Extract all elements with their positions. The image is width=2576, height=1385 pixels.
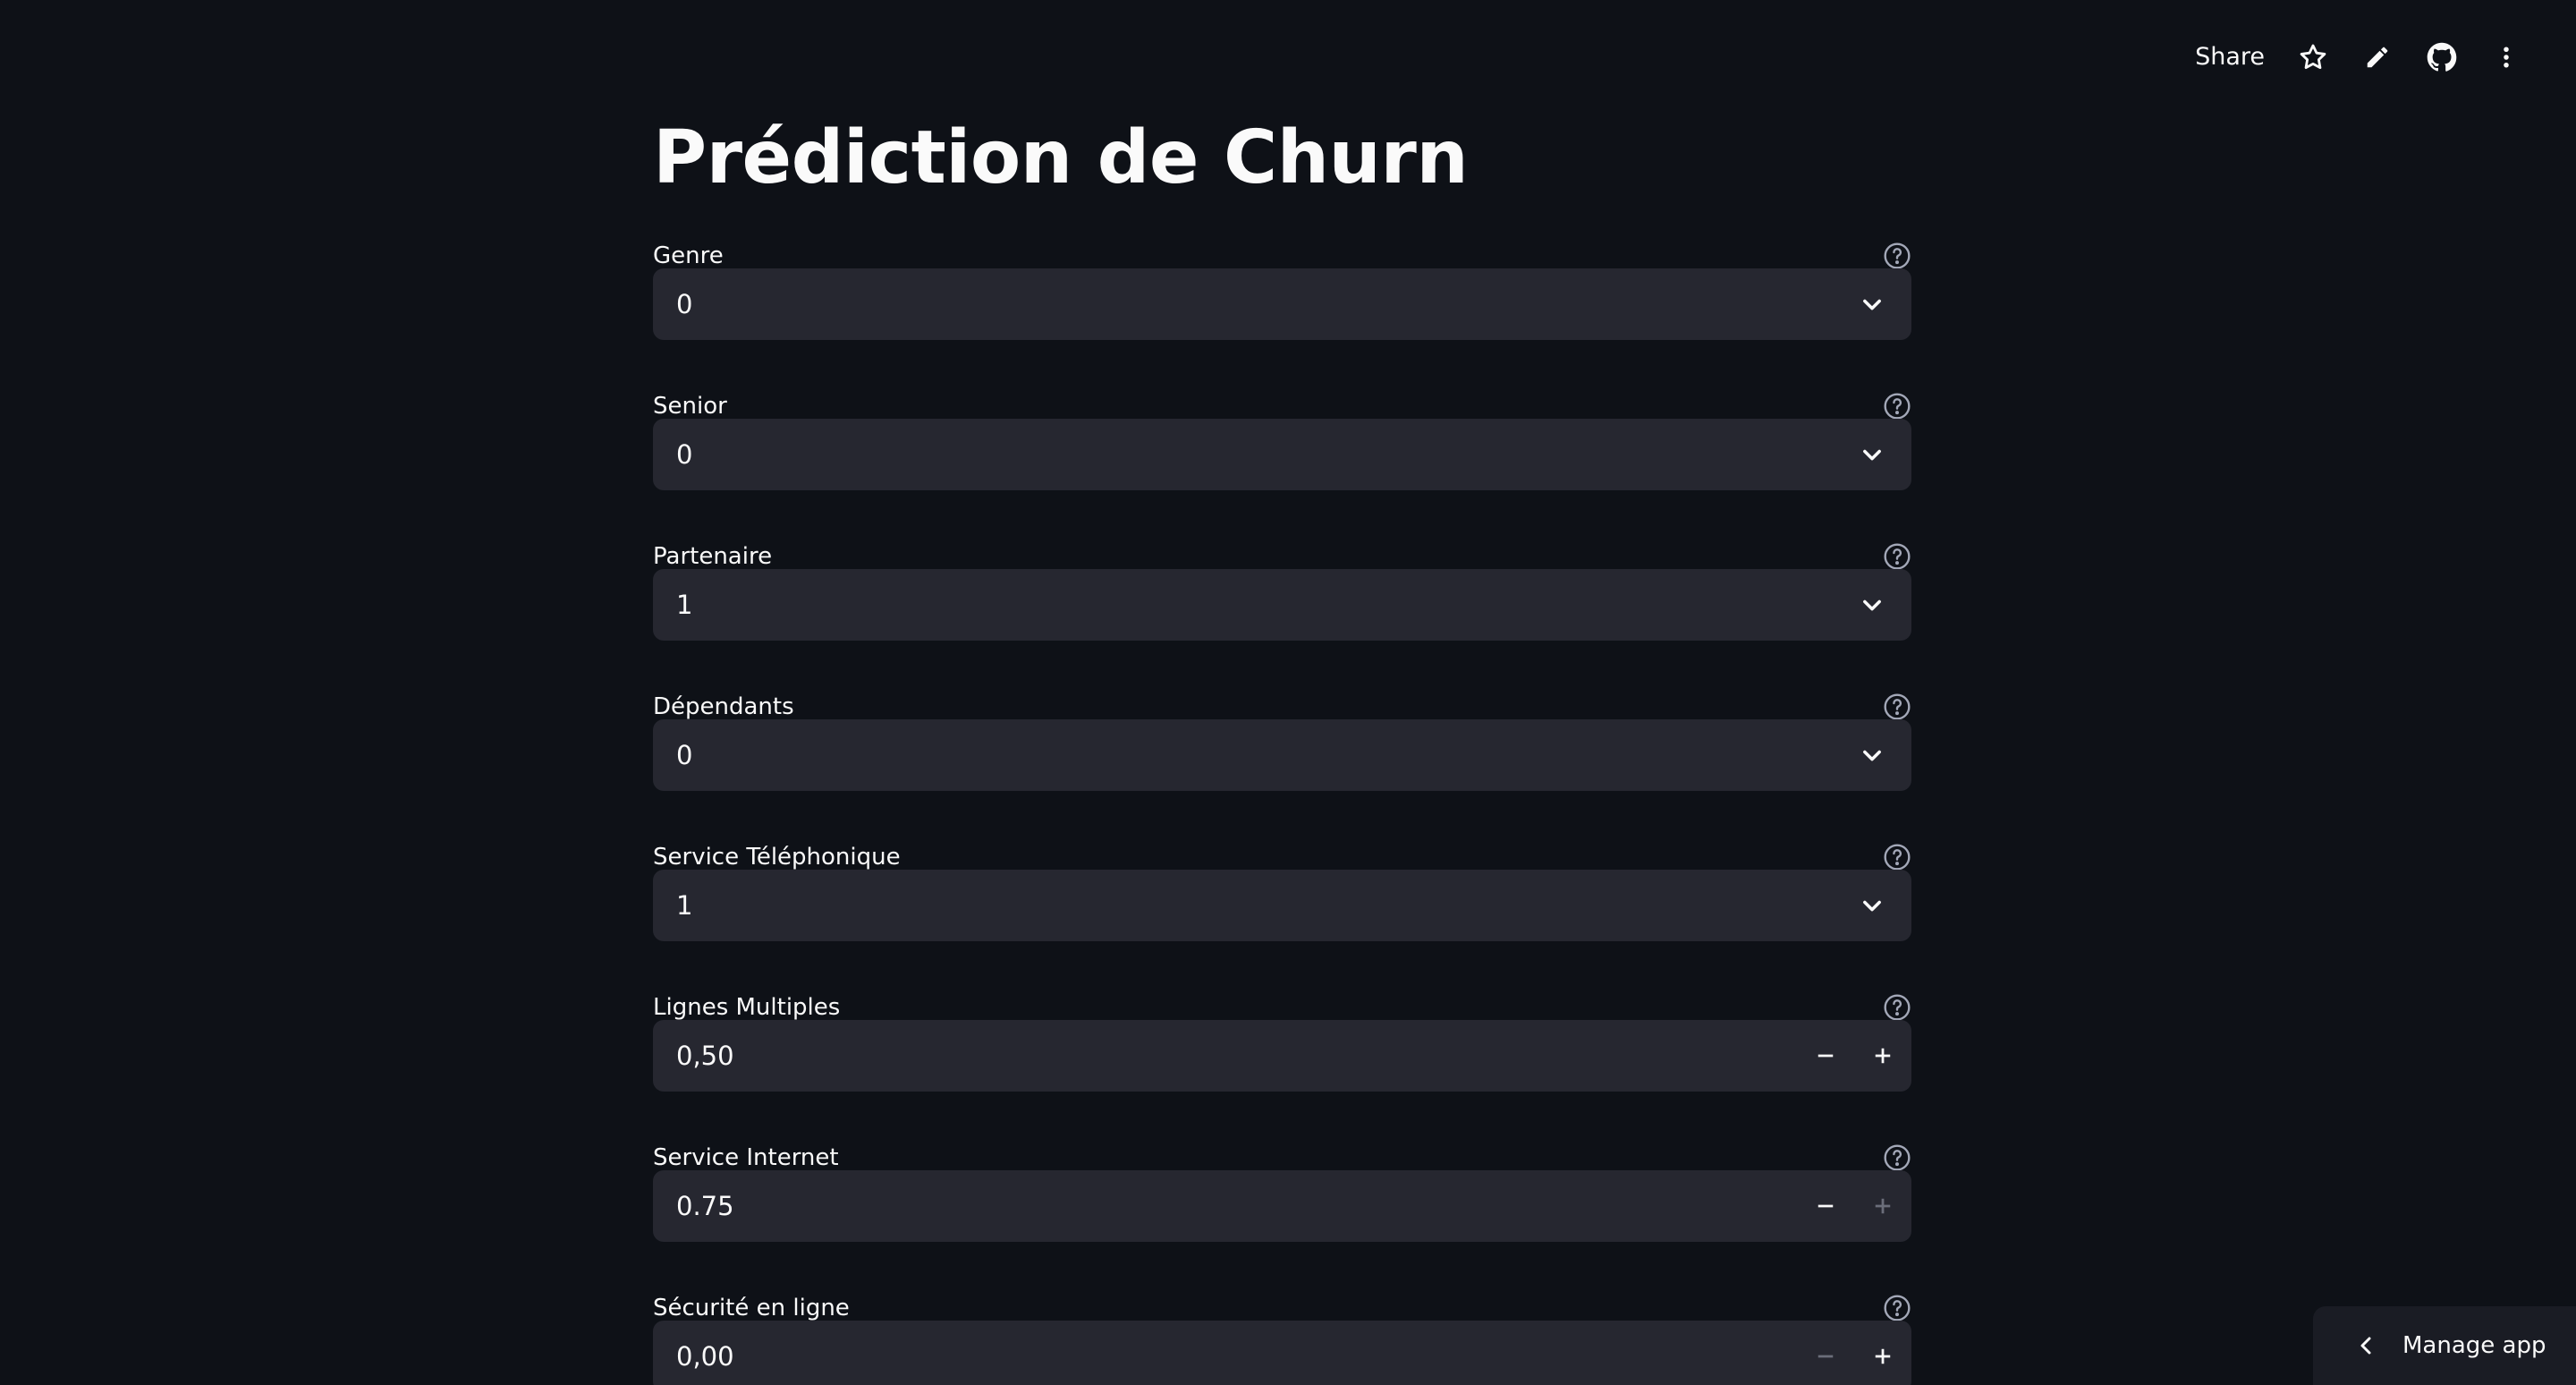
number-value[interactable]: 0,50 (676, 1020, 734, 1092)
field-service-internet: Service Internet 0.75 (653, 1140, 1911, 1265)
decrement-button[interactable] (1797, 1170, 1854, 1242)
partenaire-select[interactable]: 1 (653, 569, 1911, 641)
minus-icon (1818, 1355, 1834, 1358)
help-icon[interactable] (1883, 392, 1911, 421)
field-dependants: Dépendants 0 (653, 689, 1911, 814)
plus-icon (1875, 1198, 1891, 1214)
chevron-down-icon (1863, 299, 1881, 310)
minus-icon (1818, 1054, 1834, 1058)
select-value: 0 (676, 439, 693, 470)
pencil-icon[interactable] (2360, 39, 2395, 75)
help-icon[interactable] (1883, 1143, 1911, 1172)
help-icon[interactable] (1883, 542, 1911, 571)
chevron-down-icon (1863, 449, 1881, 461)
number-value[interactable]: 0,00 (676, 1321, 734, 1385)
number-value[interactable]: 0.75 (676, 1170, 734, 1242)
increment-button[interactable] (1854, 1020, 1911, 1092)
help-icon[interactable] (1883, 843, 1911, 871)
more-vertical-icon[interactable] (2488, 39, 2524, 75)
chevron-left-icon (2360, 1337, 2371, 1355)
github-icon[interactable] (2424, 39, 2460, 75)
select-value: 1 (676, 890, 693, 921)
field-genre: Genre 0 (653, 238, 1911, 363)
select-value: 0 (676, 289, 693, 319)
senior-select[interactable]: 0 (653, 419, 1911, 490)
top-toolbar: Share (2195, 39, 2524, 75)
field-senior: Senior 0 (653, 388, 1911, 514)
app-page: Share Prédiction de Churn Genre 0 Senior… (0, 0, 2576, 1385)
field-service-telephonique: Service Téléphonique 1 (653, 839, 1911, 964)
chevron-down-icon (1863, 900, 1881, 912)
field-partenaire: Partenaire 1 (653, 539, 1911, 664)
securite-en-ligne-input[interactable]: 0,00 (653, 1321, 1911, 1385)
increment-button[interactable] (1854, 1170, 1911, 1242)
decrement-button[interactable] (1797, 1321, 1854, 1385)
minus-icon (1818, 1204, 1834, 1208)
share-button[interactable]: Share (2195, 39, 2265, 75)
service-telephonique-select[interactable]: 1 (653, 870, 1911, 941)
select-value: 0 (676, 740, 693, 770)
help-icon[interactable] (1883, 692, 1911, 721)
lignes-multiples-input[interactable]: 0,50 (653, 1020, 1911, 1092)
increment-button[interactable] (1854, 1321, 1911, 1385)
page-title: Prédiction de Churn (653, 115, 1469, 200)
service-internet-input[interactable]: 0.75 (653, 1170, 1911, 1242)
plus-icon (1875, 1048, 1891, 1064)
field-securite-en-ligne: Sécurité en ligne 0,00 (653, 1290, 1911, 1385)
chevron-down-icon (1863, 599, 1881, 611)
decrement-button[interactable] (1797, 1020, 1854, 1092)
select-value: 1 (676, 590, 693, 620)
dependants-select[interactable]: 0 (653, 719, 1911, 791)
field-lignes-multiples: Lignes Multiples 0,50 (653, 990, 1911, 1115)
manage-app-label: Manage app (2402, 1332, 2546, 1359)
plus-icon (1875, 1348, 1891, 1364)
star-icon[interactable] (2295, 39, 2331, 75)
chevron-down-icon (1863, 750, 1881, 761)
help-icon[interactable] (1883, 1294, 1911, 1322)
help-icon[interactable] (1883, 242, 1911, 270)
genre-select[interactable]: 0 (653, 268, 1911, 340)
help-icon[interactable] (1883, 993, 1911, 1022)
manage-app-button[interactable]: Manage app (2313, 1306, 2576, 1385)
